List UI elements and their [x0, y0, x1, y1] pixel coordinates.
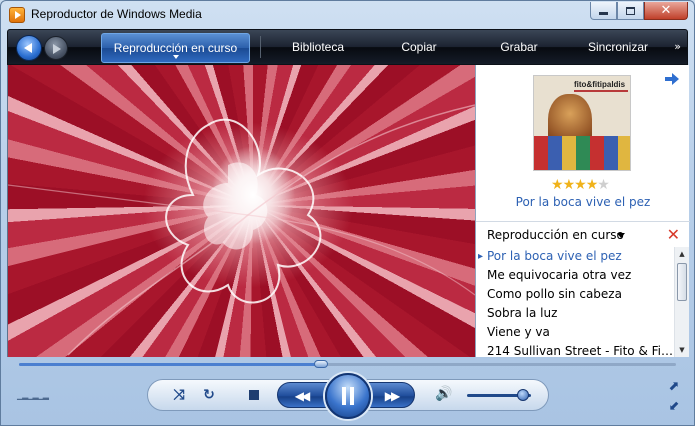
- star-icon[interactable]: ★: [563, 177, 576, 193]
- tab-library[interactable]: Biblioteca: [270, 30, 366, 64]
- back-button[interactable]: [16, 35, 42, 61]
- tab-burn[interactable]: Grabar: [472, 30, 566, 64]
- list-item[interactable]: Por la boca vive el pez: [476, 247, 674, 266]
- forward-arrow-icon: [53, 44, 61, 54]
- close-button[interactable]: ✕: [644, 2, 688, 20]
- back-arrow-icon: [24, 43, 32, 53]
- media-player-app-icon: [9, 7, 25, 23]
- tab-label: Copiar: [401, 40, 437, 54]
- list-item[interactable]: Sobra la luz: [476, 304, 674, 323]
- list-item[interactable]: Me equivocaria otra vez: [476, 266, 674, 285]
- fullscreen-icon[interactable]: ⬈: [664, 377, 684, 397]
- window-title: Reproductor de Windows Media: [31, 7, 202, 21]
- arrow-right-icon[interactable]: [665, 73, 679, 85]
- scrollbar-thumb[interactable]: [677, 263, 687, 301]
- view-mode-buttons: ⬈ ⬋: [664, 377, 684, 417]
- play-pause-button[interactable]: [325, 373, 371, 419]
- tab-now-playing[interactable]: Reproducción en curso: [101, 33, 250, 63]
- seek-progress: [19, 363, 322, 366]
- star-icon[interactable]: ★: [574, 177, 587, 193]
- list-item[interactable]: 214 Sullivan Street - Fito & Fitipaldis: [476, 342, 674, 357]
- playlist: Por la boca vive el pez Me equivocaria o…: [476, 247, 674, 357]
- minimize-icon: [599, 12, 608, 15]
- star-icon[interactable]: ★: [586, 177, 599, 193]
- star-empty-icon[interactable]: ★: [597, 177, 610, 193]
- album-art-text: fito&fitipaldis: [574, 80, 626, 89]
- now-playing-sidebar: fito&fitipaldis ★★★★★ Por la boca vive e…: [475, 65, 690, 357]
- playlist-scrollbar[interactable]: ▲ ▼: [674, 247, 689, 357]
- shuffle-button[interactable]: ⤨: [168, 384, 190, 406]
- star-rating[interactable]: ★★★★★: [551, 177, 610, 193]
- maximize-icon: [626, 6, 635, 15]
- navigation-toolbar: Reproducción en curso Biblioteca Copiar …: [7, 29, 688, 65]
- star-icon[interactable]: ★: [551, 177, 564, 193]
- tab-divider: [260, 36, 261, 58]
- minimize-button[interactable]: [590, 2, 617, 20]
- forward-button[interactable]: [44, 36, 68, 60]
- visualizer-meter-icon: ▁▂▁▂▁▂: [17, 391, 49, 400]
- scroll-up-icon[interactable]: ▲: [675, 247, 689, 261]
- chevron-down-icon[interactable]: [617, 233, 625, 238]
- chevron-down-icon: [173, 55, 179, 59]
- visualization-panel[interactable]: [8, 65, 475, 357]
- playlist-title-dropdown[interactable]: Reproducción en curso: [487, 228, 624, 242]
- album-art-stripe: [574, 90, 628, 92]
- tab-label: Reproducción en curso: [113, 41, 238, 55]
- list-item[interactable]: Viene y va: [476, 323, 674, 342]
- album-art-stripes: [534, 136, 630, 170]
- tab-label: Sincronizar: [587, 40, 649, 54]
- compact-mode-icon[interactable]: ⬋: [664, 397, 684, 417]
- window-caption-buttons: ✕: [590, 2, 688, 20]
- previous-button[interactable]: ◀◀: [286, 386, 316, 406]
- stop-button[interactable]: [249, 390, 259, 400]
- media-player-window: Reproductor de Windows Media ✕ Reproducc…: [0, 0, 695, 426]
- list-item[interactable]: Como pollo sin cabeza: [476, 285, 674, 304]
- playlist-header: Reproducción en curso ✕: [476, 221, 690, 247]
- visualization-waveform: [8, 104, 475, 356]
- main-area: fito&fitipaldis ★★★★★ Por la boca vive e…: [7, 65, 690, 357]
- more-tabs-icon[interactable]: »: [674, 40, 681, 53]
- seek-bar[interactable]: [9, 359, 686, 369]
- tab-label: Biblioteca: [291, 40, 345, 54]
- maximize-button[interactable]: [617, 2, 644, 20]
- album-title-link[interactable]: Por la boca vive el pez: [476, 195, 690, 209]
- tab-label: Grabar: [500, 40, 538, 54]
- album-art[interactable]: fito&fitipaldis: [533, 75, 631, 171]
- pause-icon: [342, 387, 354, 405]
- playback-controls: ▁▂▁▂▁▂ ⤨ ↻ ◀◀ ▶▶ 🔊 ⬈ ⬋: [1, 371, 695, 426]
- scroll-down-icon[interactable]: ▼: [675, 343, 689, 357]
- repeat-button[interactable]: ↻: [198, 384, 220, 406]
- title-bar: Reproductor de Windows Media ✕: [1, 1, 694, 29]
- mute-button[interactable]: 🔊: [435, 386, 452, 402]
- next-button[interactable]: ▶▶: [376, 386, 406, 406]
- tab-sync[interactable]: Sincronizar: [576, 30, 660, 64]
- seek-thumb[interactable]: [314, 360, 329, 368]
- tab-rip[interactable]: Copiar: [376, 30, 462, 64]
- clear-list-icon[interactable]: ✕: [667, 225, 680, 244]
- close-icon: ✕: [660, 3, 672, 18]
